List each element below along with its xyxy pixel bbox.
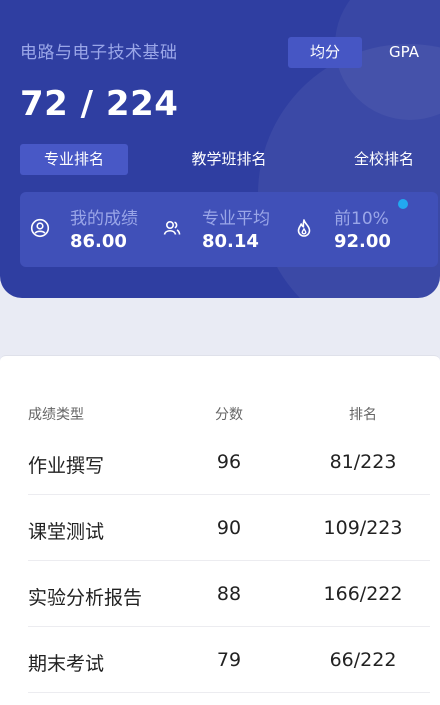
average-mode-button[interactable]: 均分 bbox=[288, 37, 362, 68]
score-breakdown-table: 成绩类型 分数 排名 作业撰写 96 81/223 课堂测试 90 109/22… bbox=[0, 355, 440, 705]
stat-label: 前10% bbox=[334, 209, 389, 229]
column-header-rank: 排名 bbox=[349, 407, 377, 423]
row-divider bbox=[28, 692, 430, 693]
rank-summary: 72 / 224 bbox=[20, 84, 179, 124]
score-rank: 66/222 bbox=[329, 649, 397, 671]
stat-value: 80.14 bbox=[202, 231, 259, 252]
tab-major-rank[interactable]: 专业排名 bbox=[20, 144, 128, 175]
indicator-dot bbox=[398, 199, 408, 209]
tab-class-rank[interactable]: 教学班排名 bbox=[180, 144, 278, 175]
score-value: 79 bbox=[216, 649, 242, 671]
stat-value: 92.00 bbox=[334, 231, 391, 252]
table-row: 课堂测试 90 109/223 bbox=[0, 495, 440, 561]
score-header: 电路与电子技术基础 均分 GPA 72 / 224 专业排名 教学班排名 全校排… bbox=[0, 0, 440, 298]
score-rank: 166/222 bbox=[323, 583, 403, 605]
score-type: 作业撰写 bbox=[28, 455, 105, 477]
table-row: 作业撰写 96 81/223 bbox=[0, 429, 440, 495]
score-rank: 109/223 bbox=[323, 517, 403, 539]
stat-value: 86.00 bbox=[70, 231, 127, 252]
score-type: 实验分析报告 bbox=[28, 587, 143, 609]
score-type: 期末考试 bbox=[28, 653, 105, 675]
score-value: 88 bbox=[216, 583, 242, 605]
column-header-type: 成绩类型 bbox=[28, 407, 84, 423]
score-value: 90 bbox=[216, 517, 242, 539]
stat-label: 专业平均 bbox=[202, 209, 270, 229]
stat-label: 我的成绩 bbox=[70, 209, 138, 229]
score-rank: 81/223 bbox=[329, 451, 397, 473]
gpa-mode-button[interactable]: GPA bbox=[362, 37, 438, 68]
table-row: 实验分析报告 88 166/222 bbox=[0, 561, 440, 627]
stats-card: 我的成绩 86.00 专业平均 80.14 前10% 92.00 bbox=[20, 192, 438, 267]
tab-school-rank[interactable]: 全校排名 bbox=[344, 144, 424, 175]
table-row: 期末考试 79 66/222 bbox=[0, 627, 440, 693]
group-icon bbox=[163, 220, 181, 235]
column-header-score: 分数 bbox=[215, 407, 243, 423]
course-title: 电路与电子技术基础 bbox=[20, 43, 178, 63]
score-type: 课堂测试 bbox=[28, 521, 105, 543]
user-icon bbox=[30, 218, 50, 238]
mode-toggle: 均分 GPA bbox=[288, 37, 438, 68]
flame-icon bbox=[297, 219, 311, 237]
score-value: 96 bbox=[216, 451, 242, 473]
